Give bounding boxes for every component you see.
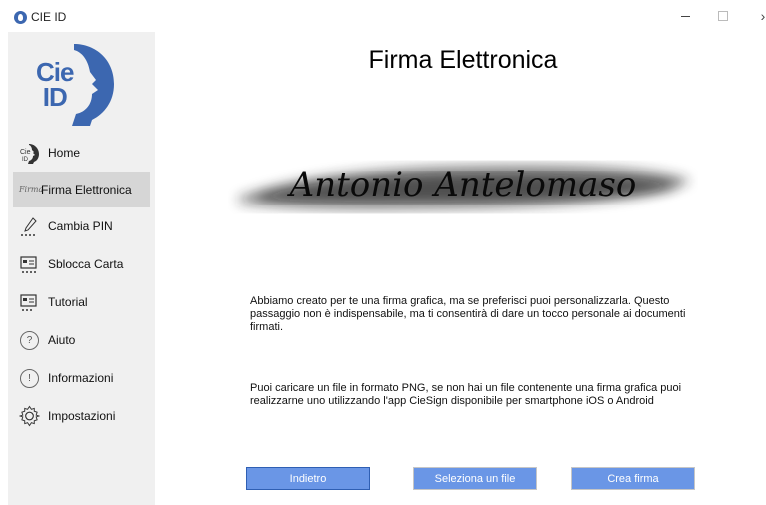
sidebar-item-sblocca-carta[interactable]: Sblocca Carta bbox=[13, 245, 150, 283]
sidebar-item-impostazioni[interactable]: Impostazioni bbox=[13, 397, 150, 435]
maximize-button[interactable] bbox=[712, 6, 734, 26]
gear-icon bbox=[19, 405, 40, 427]
back-button[interactable]: Indietro bbox=[246, 467, 370, 490]
close-button[interactable]: › bbox=[752, 6, 766, 26]
info-paragraph-1: Abbiamo creato per te una firma grafica,… bbox=[250, 295, 686, 333]
svg-text:ID: ID bbox=[22, 157, 29, 163]
signature-preview: Antonio Antelomaso bbox=[228, 150, 698, 220]
cie-app-icon bbox=[14, 11, 27, 24]
tutorial-icon bbox=[19, 292, 40, 313]
sidebar-item-aiuto[interactable]: ? Aiuto bbox=[13, 321, 150, 359]
sidebar-item-label: Impostazioni bbox=[48, 409, 116, 423]
sidebar-item-label: Aiuto bbox=[48, 333, 76, 347]
minimize-button[interactable] bbox=[674, 6, 696, 26]
app-window: CIE ID › Cie ID Cie ID Home Firma Firma … bbox=[0, 0, 766, 505]
logo-text: Cie ID bbox=[36, 57, 74, 112]
select-file-button[interactable]: Seleziona un file bbox=[413, 467, 537, 490]
title-bar: CIE ID › bbox=[0, 0, 766, 32]
pen-pin-icon bbox=[19, 216, 40, 237]
info-icon: ! bbox=[20, 368, 39, 388]
card-unlock-icon bbox=[19, 254, 40, 275]
window-title: CIE ID bbox=[31, 10, 67, 24]
sidebar-item-cambia-pin[interactable]: Cambia PIN bbox=[13, 207, 150, 245]
cie-id-logo: Cie ID bbox=[34, 42, 118, 126]
sidebar-item-label: Sblocca Carta bbox=[48, 257, 124, 271]
svg-text:Cie: Cie bbox=[20, 149, 31, 156]
signature-icon: Firma bbox=[19, 185, 44, 194]
sidebar-item-firma-elettronica[interactable]: Firma Firma Elettronica bbox=[13, 172, 150, 207]
signature-text: Antonio Antelomaso bbox=[287, 165, 637, 205]
page-title: Firma Elettronica bbox=[368, 46, 558, 74]
sidebar-item-tutorial[interactable]: Tutorial bbox=[13, 283, 150, 321]
help-icon: ? bbox=[20, 330, 39, 350]
sidebar: Cie ID Cie ID Home Firma Firma Elettronic… bbox=[8, 32, 155, 505]
sidebar-item-home[interactable]: Cie ID Home bbox=[13, 134, 150, 172]
sidebar-item-informazioni[interactable]: ! Informazioni bbox=[13, 359, 150, 397]
sidebar-item-label: Informazioni bbox=[48, 371, 114, 385]
sidebar-item-label: Cambia PIN bbox=[48, 219, 113, 233]
sidebar-item-label: Tutorial bbox=[48, 295, 88, 309]
cie-id-icon: Cie ID bbox=[19, 143, 40, 164]
info-paragraph-2: Puoi caricare un file in formato PNG, se… bbox=[250, 382, 682, 407]
sidebar-item-label: Home bbox=[48, 146, 81, 160]
create-signature-button[interactable]: Crea firma bbox=[571, 467, 695, 490]
sidebar-item-label: Firma Elettronica bbox=[41, 182, 132, 197]
sidebar-menu: Cie ID Home Firma Firma Elettronica Cambi… bbox=[13, 134, 150, 435]
